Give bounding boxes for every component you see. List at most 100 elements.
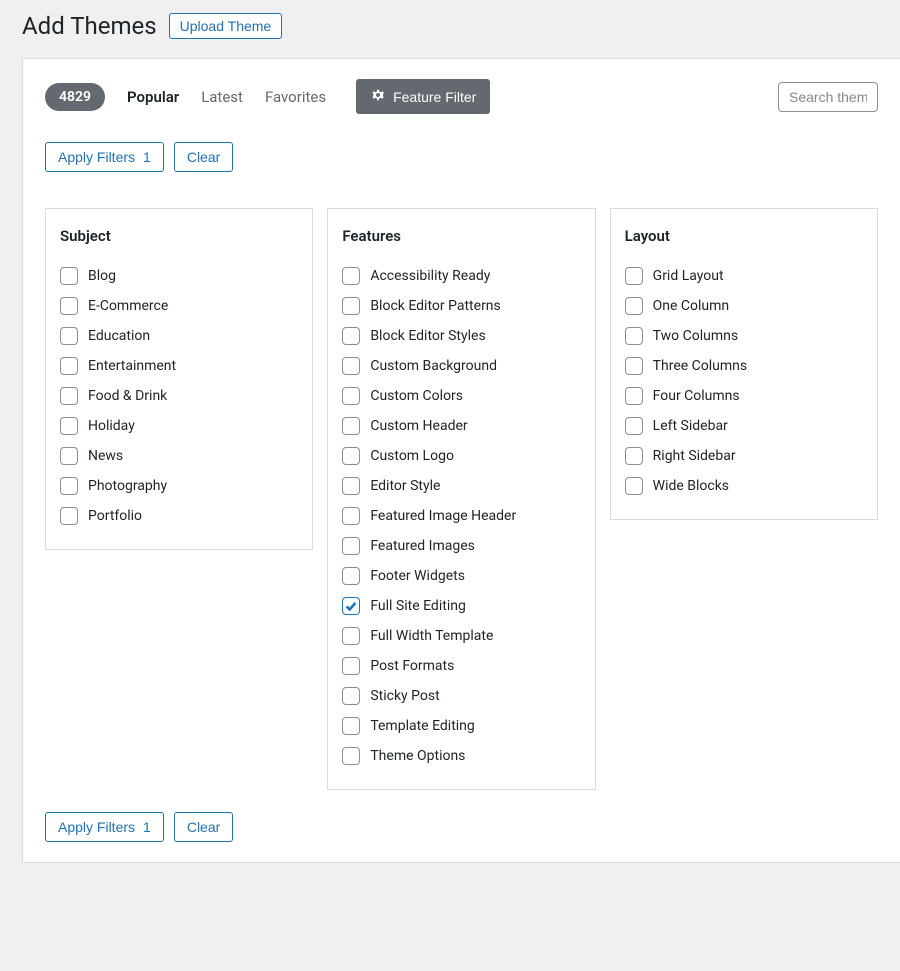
- filter-option[interactable]: Blog: [60, 261, 298, 291]
- filter-option[interactable]: Full Width Template: [342, 621, 580, 651]
- checkbox[interactable]: [342, 507, 360, 525]
- filter-option[interactable]: Block Editor Patterns: [342, 291, 580, 321]
- filter-option[interactable]: Full Site Editing: [342, 591, 580, 621]
- theme-count-pill: 4829: [45, 83, 105, 111]
- filter-option-label: Entertainment: [88, 358, 176, 374]
- apply-filters-button[interactable]: Apply Filters 1: [45, 142, 164, 172]
- checkbox[interactable]: [342, 417, 360, 435]
- filter-option[interactable]: Accessibility Ready: [342, 261, 580, 291]
- feature-filter-button[interactable]: Feature Filter: [356, 79, 490, 114]
- checkbox[interactable]: [625, 477, 643, 495]
- tab-popular[interactable]: Popular: [127, 88, 179, 106]
- filter-option-label: One Column: [653, 298, 730, 314]
- filter-option[interactable]: Right Sidebar: [625, 441, 863, 471]
- filter-option[interactable]: Featured Images: [342, 531, 580, 561]
- filter-tabs: 4829 Popular Latest Favorites Feature Fi…: [45, 79, 878, 114]
- filter-option[interactable]: Wide Blocks: [625, 471, 863, 501]
- checkbox[interactable]: [625, 267, 643, 285]
- search-input[interactable]: [778, 82, 878, 112]
- filter-option-label: E-Commerce: [88, 298, 168, 314]
- apply-filters-button-bottom[interactable]: Apply Filters 1: [45, 812, 164, 842]
- filter-option[interactable]: Entertainment: [60, 351, 298, 381]
- filter-option[interactable]: News: [60, 441, 298, 471]
- filter-option[interactable]: Block Editor Styles: [342, 321, 580, 351]
- filter-option[interactable]: Custom Colors: [342, 381, 580, 411]
- filter-option[interactable]: Custom Background: [342, 351, 580, 381]
- filter-option[interactable]: Two Columns: [625, 321, 863, 351]
- filter-option-label: Sticky Post: [370, 688, 439, 704]
- checkbox[interactable]: [625, 417, 643, 435]
- filter-option[interactable]: Food & Drink: [60, 381, 298, 411]
- checkbox[interactable]: [625, 447, 643, 465]
- checkbox[interactable]: [342, 747, 360, 765]
- filter-option-label: Right Sidebar: [653, 448, 736, 464]
- checkbox[interactable]: [342, 267, 360, 285]
- checkbox[interactable]: [60, 297, 78, 315]
- filter-option-label: Full Width Template: [370, 628, 493, 644]
- filter-option[interactable]: Left Sidebar: [625, 411, 863, 441]
- filter-option[interactable]: Sticky Post: [342, 681, 580, 711]
- checkbox[interactable]: [342, 327, 360, 345]
- filter-option-label: Accessibility Ready: [370, 268, 490, 284]
- checkbox[interactable]: [625, 327, 643, 345]
- filter-option[interactable]: Four Columns: [625, 381, 863, 411]
- filter-option[interactable]: Portfolio: [60, 501, 298, 531]
- filter-option[interactable]: E-Commerce: [60, 291, 298, 321]
- filter-option[interactable]: Theme Options: [342, 741, 580, 771]
- tab-latest[interactable]: Latest: [201, 88, 243, 106]
- filter-option[interactable]: Grid Layout: [625, 261, 863, 291]
- filter-option-label: Featured Image Header: [370, 508, 516, 524]
- filter-option-label: Three Columns: [653, 358, 747, 374]
- filter-option[interactable]: Education: [60, 321, 298, 351]
- filter-option-label: Template Editing: [370, 718, 474, 734]
- filter-option[interactable]: Three Columns: [625, 351, 863, 381]
- filter-option[interactable]: Custom Logo: [342, 441, 580, 471]
- checkbox[interactable]: [342, 297, 360, 315]
- filter-option[interactable]: Editor Style: [342, 471, 580, 501]
- page-header: Add Themes Upload Theme: [0, 0, 900, 58]
- filter-option-label: Custom Header: [370, 418, 467, 434]
- checkbox[interactable]: [342, 387, 360, 405]
- checkbox[interactable]: [60, 477, 78, 495]
- checkbox[interactable]: [342, 687, 360, 705]
- page-title: Add Themes: [22, 12, 157, 40]
- checkbox[interactable]: [342, 447, 360, 465]
- tab-favorites[interactable]: Favorites: [265, 88, 326, 106]
- checkbox[interactable]: [60, 327, 78, 345]
- filter-option[interactable]: One Column: [625, 291, 863, 321]
- clear-filters-button-bottom[interactable]: Clear: [174, 812, 233, 842]
- filter-actions-bottom: Apply Filters 1 Clear: [45, 812, 878, 842]
- checkbox[interactable]: [342, 597, 360, 615]
- filter-columns: Subject BlogE-CommerceEducationEntertain…: [45, 208, 878, 790]
- filter-option[interactable]: Footer Widgets: [342, 561, 580, 591]
- layout-heading: Layout: [625, 227, 863, 245]
- checkbox[interactable]: [60, 267, 78, 285]
- filter-option[interactable]: Custom Header: [342, 411, 580, 441]
- filter-option[interactable]: Post Formats: [342, 651, 580, 681]
- checkbox[interactable]: [625, 357, 643, 375]
- checkbox[interactable]: [342, 567, 360, 585]
- checkbox[interactable]: [625, 297, 643, 315]
- checkbox[interactable]: [342, 717, 360, 735]
- checkbox[interactable]: [342, 357, 360, 375]
- upload-theme-button[interactable]: Upload Theme: [169, 13, 283, 39]
- filter-option[interactable]: Template Editing: [342, 711, 580, 741]
- checkbox[interactable]: [342, 657, 360, 675]
- checkbox[interactable]: [342, 627, 360, 645]
- layout-column: Layout Grid Layout One Column Two Columns T…: [610, 208, 878, 520]
- filter-option[interactable]: Holiday: [60, 411, 298, 441]
- apply-filters-count: 1: [143, 819, 151, 835]
- filter-option-label: Custom Background: [370, 358, 497, 374]
- checkbox[interactable]: [60, 447, 78, 465]
- checkbox[interactable]: [342, 477, 360, 495]
- checkbox[interactable]: [625, 387, 643, 405]
- checkbox[interactable]: [60, 507, 78, 525]
- checkbox[interactable]: [60, 357, 78, 375]
- checkbox[interactable]: [342, 537, 360, 555]
- checkbox[interactable]: [60, 387, 78, 405]
- checkbox[interactable]: [60, 417, 78, 435]
- clear-filters-button[interactable]: Clear: [174, 142, 233, 172]
- filter-option[interactable]: Photography: [60, 471, 298, 501]
- filter-option[interactable]: Featured Image Header: [342, 501, 580, 531]
- filter-option-label: Wide Blocks: [653, 478, 729, 494]
